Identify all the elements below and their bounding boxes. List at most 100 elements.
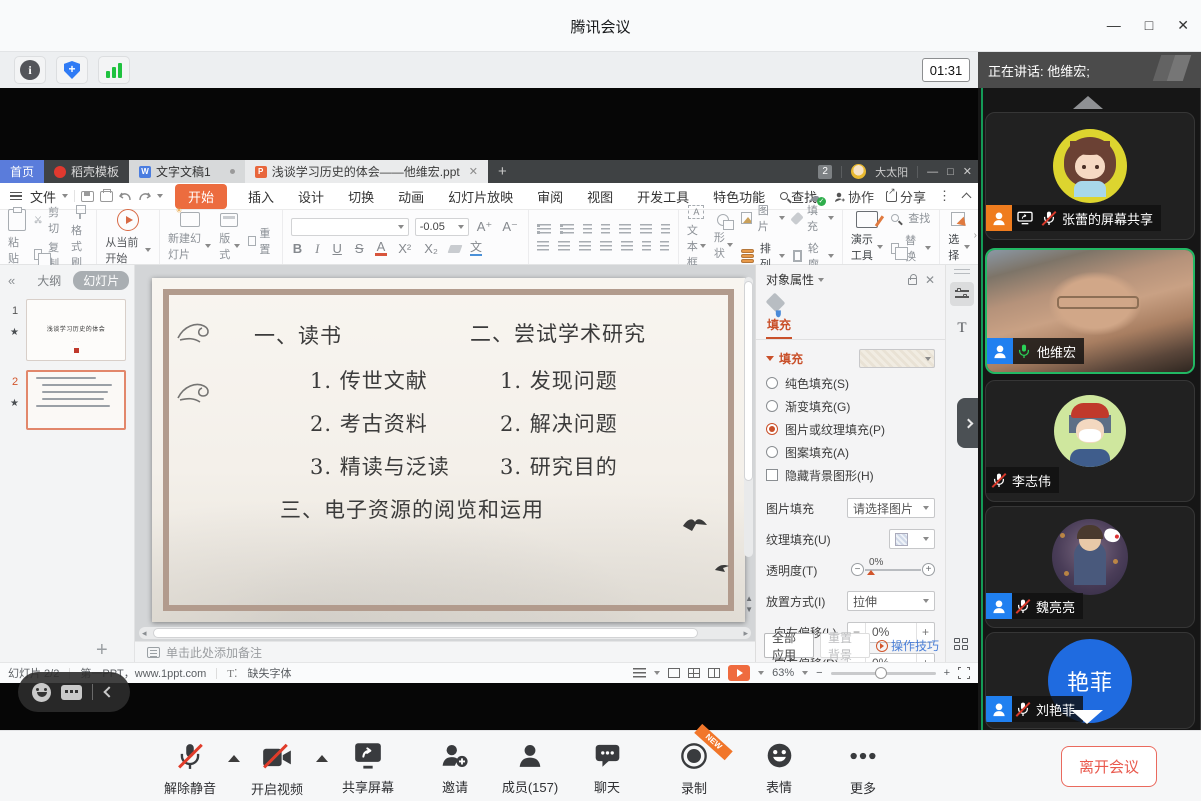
fill-preview-select[interactable]: [859, 349, 935, 368]
zoom-out-button[interactable]: −: [816, 667, 822, 679]
menu-tab-slideshow[interactable]: 幻灯片放映: [439, 187, 522, 206]
zoom-level[interactable]: 63%: [772, 667, 794, 679]
add-slide-button[interactable]: +: [96, 639, 108, 662]
align-center-icon[interactable]: [558, 241, 570, 251]
chat-button[interactable]: 聊天: [559, 742, 655, 796]
pin-icon[interactable]: [908, 278, 917, 285]
new-slide-button[interactable]: 新建幻灯片: [168, 212, 211, 262]
main-menu-icon[interactable]: [10, 192, 22, 201]
menu-tab-transition[interactable]: 切换: [339, 187, 383, 206]
collapse-ribbon-icon[interactable]: [962, 193, 972, 203]
justify-icon[interactable]: [600, 241, 612, 251]
slide-canvas[interactable]: 一、读书 1. 传世文献 2. 考古资料 3. 精读与泛读 二、尝试学术研究 1…: [152, 278, 745, 622]
scroll-down-arrow-icon[interactable]: [1071, 710, 1103, 724]
fill-option-solid[interactable]: 纯色填充(S): [766, 375, 935, 391]
replace-button[interactable]: 替换: [891, 232, 931, 264]
fullscreen-icon[interactable]: [958, 667, 970, 679]
wps-tab-home[interactable]: 首页: [0, 160, 44, 183]
hide-background-checkbox[interactable]: 隐藏背景图形(H): [766, 467, 935, 483]
presentation-tools-button[interactable]: 演示工具: [851, 211, 883, 263]
phonetic-button[interactable]: 文: [470, 241, 482, 256]
find-button[interactable]: 查找: [891, 210, 930, 226]
align-middle-icon[interactable]: [660, 241, 669, 251]
next-slide-icon[interactable]: ▼: [745, 606, 753, 614]
texture-fill-select[interactable]: [889, 529, 935, 549]
menu-tab-insert[interactable]: 插入: [239, 187, 283, 206]
menu-tab-home[interactable]: 开始: [175, 184, 227, 209]
paste-button[interactable]: 粘贴: [8, 209, 26, 266]
transparency-slider[interactable]: 0% − +: [851, 560, 935, 580]
ribbon-more-icon[interactable]: ›: [974, 230, 977, 241]
share-button[interactable]: 分享: [886, 187, 926, 206]
collapse-panel-icon[interactable]: «: [8, 273, 15, 288]
layout-button[interactable]: 版式: [219, 213, 240, 262]
numbered-list-icon[interactable]: [560, 224, 574, 234]
section-collapse-icon[interactable]: [766, 356, 774, 361]
picture-fill-select[interactable]: 请选择图片: [847, 498, 935, 518]
format-painter-button[interactable]: 格式刷: [71, 205, 88, 270]
slider-marker-icon[interactable]: [867, 570, 875, 575]
wps-avatar[interactable]: [851, 164, 866, 179]
window-minimize-button[interactable]: —: [1107, 13, 1121, 37]
caption-keyboard-icon[interactable]: [61, 685, 82, 700]
zoom-knob[interactable]: [875, 667, 887, 679]
layout-grid-icon[interactable]: [954, 638, 970, 650]
slide-sorter-icon[interactable]: [688, 668, 700, 678]
textbox-button[interactable]: A文本框: [687, 205, 706, 270]
properties-strip-button[interactable]: [950, 282, 974, 306]
start-video-button[interactable]: 开启视频: [229, 742, 325, 798]
increase-indent-icon[interactable]: [601, 224, 610, 234]
unmute-button[interactable]: 解除静音: [142, 742, 238, 797]
tab-close-icon[interactable]: ✕: [469, 165, 478, 178]
fill-option-gradient[interactable]: 渐变填充(G): [766, 398, 935, 414]
scroll-up-arrow-icon[interactable]: [1073, 96, 1103, 109]
save-icon[interactable]: [81, 191, 94, 202]
wps-close-button[interactable]: ✕: [963, 165, 972, 178]
reset-button[interactable]: 重置: [248, 217, 274, 257]
reaction-emoji-icon[interactable]: [32, 683, 51, 702]
expand-panel-tab[interactable]: [957, 398, 979, 448]
menu-tab-review[interactable]: 审阅: [528, 187, 572, 206]
participant-tile-weiliangliang[interactable]: 魏亮亮: [985, 506, 1195, 628]
columns-icon[interactable]: [640, 224, 652, 234]
wps-tab-presentation[interactable]: P浅谈学习历史的体会——他维宏.ppt✕: [245, 160, 488, 183]
collab-button[interactable]: 协作: [834, 187, 874, 206]
reading-view-icon[interactable]: [708, 668, 720, 678]
collapse-pill-icon[interactable]: [103, 686, 114, 697]
increase-font-button[interactable]: A⁺: [475, 219, 495, 235]
window-maximize-button[interactable]: □: [1145, 13, 1153, 37]
decrease-font-button[interactable]: A⁻: [500, 219, 520, 235]
text-direction-icon[interactable]: [661, 224, 670, 234]
line-spacing-icon[interactable]: [619, 224, 631, 234]
previous-slide-icon[interactable]: ▲: [745, 595, 753, 603]
subscript-button[interactable]: X₂: [422, 241, 440, 256]
close-panel-icon[interactable]: ✕: [925, 273, 935, 287]
underline-button[interactable]: U: [331, 241, 344, 256]
vertical-scroll-thumb[interactable]: [744, 281, 753, 481]
meeting-security-button[interactable]: [56, 56, 88, 84]
properties-caret-icon[interactable]: [818, 278, 824, 282]
menu-tab-devtools[interactable]: 开发工具: [628, 187, 698, 206]
notes-bar[interactable]: 单击此处添加备注: [135, 641, 755, 662]
italic-button[interactable]: I: [313, 241, 321, 257]
redo-icon[interactable]: [138, 191, 151, 202]
align-top-icon[interactable]: [642, 241, 651, 251]
wps-restore-button[interactable]: □: [947, 166, 954, 178]
font-family-select[interactable]: [291, 218, 409, 236]
menu-tab-animation[interactable]: 动画: [389, 187, 433, 206]
window-close-button[interactable]: ✕: [1177, 13, 1189, 37]
apply-all-button[interactable]: 全部应用: [764, 633, 814, 658]
tips-link[interactable]: 操作技巧: [876, 637, 939, 654]
notes-view-icon[interactable]: [633, 668, 646, 678]
superscript-button[interactable]: X²: [396, 241, 413, 256]
toolbar-caret-icon[interactable]: [157, 194, 163, 198]
horizontal-scroll-thumb[interactable]: [153, 628, 698, 638]
participant-tile-taweihong[interactable]: 他维宏: [985, 248, 1195, 374]
fill-button[interactable]: 填充: [793, 202, 834, 234]
zoom-slider[interactable]: [831, 672, 936, 675]
normal-view-icon[interactable]: [668, 668, 680, 678]
participant-tile-zhanglei[interactable]: 张蕾的屏幕共享: [985, 112, 1195, 240]
wps-account-name[interactable]: 大太阳: [875, 164, 908, 180]
shapes-button[interactable]: 形状: [714, 214, 733, 261]
zoom-in-button[interactable]: +: [944, 667, 950, 679]
